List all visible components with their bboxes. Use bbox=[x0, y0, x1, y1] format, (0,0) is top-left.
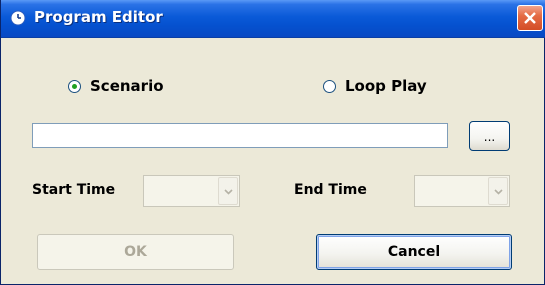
radio-scenario-label: Scenario bbox=[90, 77, 164, 95]
close-button[interactable] bbox=[517, 5, 543, 31]
ok-button[interactable]: OK bbox=[37, 234, 234, 270]
radio-loop-play-label: Loop Play bbox=[345, 77, 427, 95]
radio-loop-play[interactable]: Loop Play bbox=[323, 77, 427, 95]
chevron-down-icon bbox=[224, 189, 233, 195]
end-time-select[interactable] bbox=[414, 175, 510, 207]
cancel-button[interactable]: Cancel bbox=[316, 234, 512, 270]
start-time-select[interactable] bbox=[143, 175, 240, 207]
clock-icon bbox=[10, 10, 26, 26]
end-time-label: End Time bbox=[294, 182, 367, 198]
radio-button-unchecked[interactable] bbox=[323, 79, 336, 93]
radio-button-checked[interactable] bbox=[68, 79, 81, 93]
chevron-down-icon bbox=[494, 189, 503, 195]
title-bar[interactable]: Program Editor bbox=[1, 0, 545, 38]
close-icon bbox=[524, 12, 536, 24]
start-time-dropdown-button[interactable] bbox=[218, 177, 238, 205]
window-title: Program Editor bbox=[34, 8, 163, 26]
program-path-input[interactable] bbox=[32, 123, 448, 148]
browse-button[interactable]: ... bbox=[469, 121, 510, 151]
program-editor-dialog: Program Editor Scenario Loop Play ... St… bbox=[0, 0, 545, 285]
radio-scenario[interactable]: Scenario bbox=[68, 77, 164, 95]
start-time-label: Start Time bbox=[32, 182, 116, 198]
end-time-dropdown-button[interactable] bbox=[488, 177, 508, 205]
